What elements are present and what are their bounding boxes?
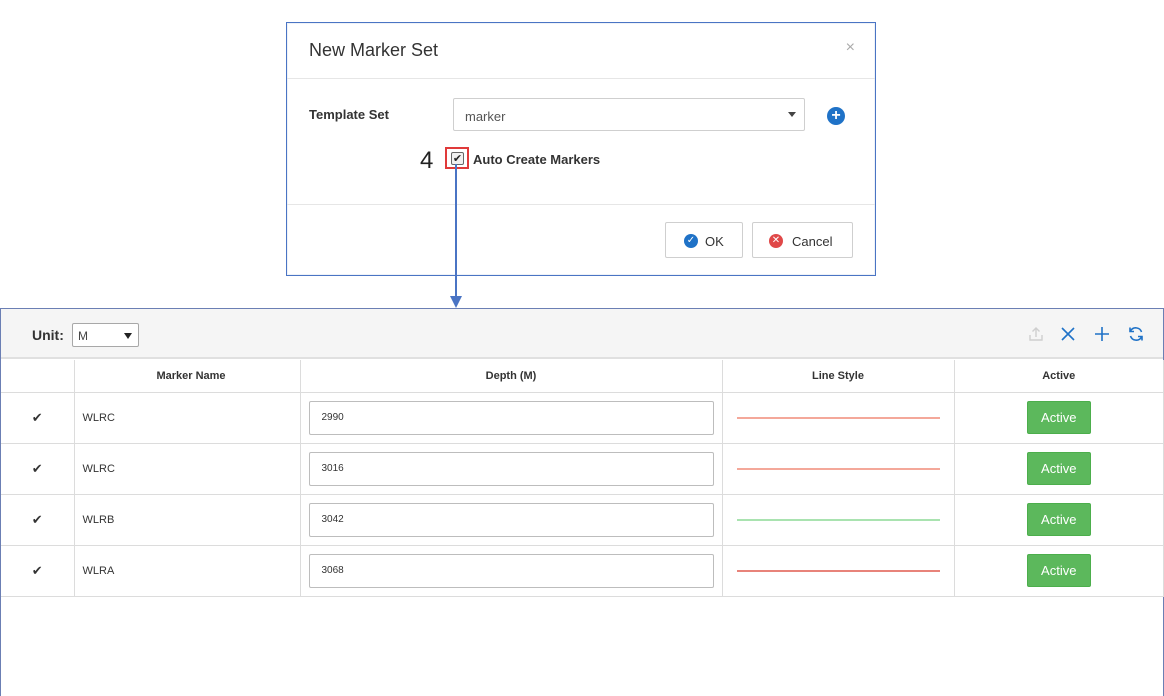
row-check-icon[interactable]: ✔ (1, 442, 75, 495)
step-number-annotation: 4 (420, 147, 434, 174)
depth-input[interactable]: 2990 (308, 400, 714, 435)
check-circle-icon: ✓ (684, 234, 698, 248)
column-header-select (1, 360, 75, 393)
close-icon[interactable]: × (846, 39, 855, 57)
cancel-button[interactable]: ✕ Cancel (752, 222, 853, 258)
row-check-icon[interactable]: ✔ (1, 391, 75, 444)
line-style-swatch (736, 518, 940, 521)
depth-cell: 2990 (299, 391, 723, 444)
refresh-icon[interactable] (1126, 324, 1146, 344)
line-style-swatch (736, 467, 940, 470)
active-cell: Active (953, 442, 1164, 495)
line-style-cell[interactable] (721, 544, 955, 597)
active-cell: Active (953, 391, 1164, 444)
add-template-icon[interactable]: + (827, 107, 845, 125)
column-header-depth[interactable]: Depth (M) (299, 360, 723, 393)
row-check-icon[interactable]: ✔ (1, 544, 75, 597)
ok-button[interactable]: ✓ OK (665, 222, 743, 258)
cancel-label: Cancel (792, 234, 833, 249)
table-row[interactable]: ✔ WLRC 2990 Active (1, 391, 1164, 444)
line-style-cell[interactable] (721, 493, 955, 546)
template-set-select[interactable]: marker (453, 98, 805, 131)
unit-label: Unit: (32, 327, 64, 343)
ok-label: OK (705, 234, 724, 249)
table-row[interactable]: ✔ WLRB 3042 Active (1, 493, 1164, 546)
active-button[interactable]: Active (1026, 401, 1091, 434)
annotation-arrow-head (450, 296, 462, 308)
depth-cell: 3068 (299, 544, 723, 597)
active-button[interactable]: Active (1026, 452, 1091, 485)
marker-name-cell: WLRC (73, 391, 301, 444)
marker-name-cell: WLRA (73, 544, 301, 597)
active-cell: Active (953, 544, 1164, 597)
line-style-swatch (736, 569, 940, 572)
markers-table: Marker Name Depth (M) Line Style Active … (1, 360, 1164, 597)
panel-toolbar: Unit: M (1, 309, 1163, 359)
depth-input[interactable]: 3068 (308, 553, 714, 588)
template-set-value: marker (465, 109, 506, 124)
active-cell: Active (953, 493, 1164, 546)
auto-create-checkbox[interactable]: ✔ (451, 152, 464, 165)
new-marker-set-dialog: New Marker Set × Template Set marker + 4… (286, 22, 876, 276)
depth-cell: 3042 (299, 493, 723, 546)
close-icon[interactable] (1058, 324, 1078, 344)
column-header-line-style[interactable]: Line Style (721, 360, 955, 393)
line-style-cell[interactable] (721, 391, 955, 444)
auto-create-label[interactable]: Auto Create Markers (473, 152, 600, 167)
dialog-header: New Marker Set × (287, 23, 875, 79)
add-icon[interactable] (1092, 324, 1112, 344)
marker-name-cell: WLRC (73, 442, 301, 495)
marker-panel: Unit: M Marker Name Depth (M) Line Style… (0, 308, 1164, 696)
chevron-down-icon (788, 112, 796, 117)
table-row[interactable]: ✔ WLRC 3016 Active (1, 442, 1164, 495)
upload-icon[interactable] (1026, 324, 1046, 344)
marker-name-cell: WLRB (73, 493, 301, 546)
row-check-icon[interactable]: ✔ (1, 493, 75, 546)
column-header-marker-name[interactable]: Marker Name (73, 360, 301, 393)
dialog-title: New Marker Set (309, 40, 439, 60)
cancel-circle-icon: ✕ (769, 234, 783, 248)
template-set-label: Template Set (309, 107, 389, 122)
depth-cell: 3016 (299, 442, 723, 495)
active-button[interactable]: Active (1026, 554, 1091, 587)
dialog-body: Template Set marker + 4 ✔ Auto Create Ma… (287, 79, 875, 205)
unit-value: M (78, 329, 88, 343)
table-header-row: Marker Name Depth (M) Line Style Active (1, 360, 1164, 393)
line-style-swatch (736, 416, 940, 419)
depth-input[interactable]: 3042 (308, 502, 714, 537)
table-row[interactable]: ✔ WLRA 3068 Active (1, 544, 1164, 597)
depth-input[interactable]: 3016 (308, 451, 714, 486)
chevron-down-icon (124, 333, 132, 339)
active-button[interactable]: Active (1026, 503, 1091, 536)
column-header-active[interactable]: Active (953, 360, 1164, 393)
unit-select[interactable]: M (72, 323, 139, 347)
annotation-arrow-line (455, 164, 457, 296)
line-style-cell[interactable] (721, 442, 955, 495)
